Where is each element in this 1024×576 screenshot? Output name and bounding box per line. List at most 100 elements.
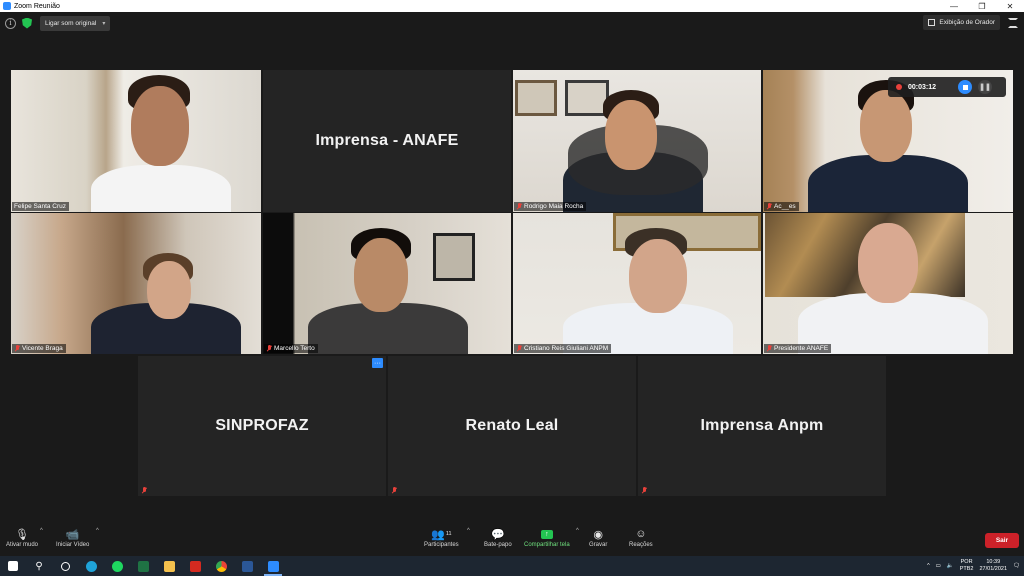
keyboard-layout: PTB2 (959, 566, 974, 572)
stop-icon (962, 84, 968, 90)
spotify-icon[interactable] (104, 556, 130, 576)
file-explorer-icon[interactable] (156, 556, 182, 576)
info-icon[interactable]: i (5, 17, 16, 29)
participant-tile[interactable]: Presidente ANAFE (763, 213, 1013, 354)
participant-video (763, 213, 1013, 354)
reactions-label: Reações (629, 542, 653, 548)
zoom-taskbar-icon[interactable] (260, 556, 286, 576)
video-options-chevron-icon[interactable]: ^ (96, 528, 99, 534)
mic-muted-icon (141, 487, 147, 494)
unmute-button[interactable]: 🎙 Ativar mudo (6, 526, 38, 549)
participant-name-tag: Vicente Braga (12, 344, 66, 353)
record-label: Gravar (589, 542, 608, 548)
chevron-down-icon[interactable]: ▾ (102, 20, 105, 27)
taskbar-clock[interactable]: 10:39 27/01/2021 (979, 559, 1007, 573)
participant-name-tag: Presidente ANAFE (764, 344, 832, 353)
participants-label: Participantes (424, 542, 459, 548)
stop-recording-button[interactable] (958, 80, 973, 94)
record-button[interactable]: ◉ Gravar (589, 526, 608, 549)
share-options-chevron-icon[interactable]: ^ (576, 528, 579, 534)
mic-muted-icon (516, 345, 522, 352)
participant-tile[interactable]: SINPROFAZ (138, 356, 386, 496)
word-icon[interactable] (234, 556, 260, 576)
participant-tile[interactable]: Rodrigo Maia Rocha (513, 70, 761, 212)
close-button[interactable]: ✕ (996, 0, 1024, 12)
share-screen-button[interactable]: ↑ Compartilhar tela (524, 526, 570, 548)
edge-browser-icon[interactable] (78, 556, 104, 576)
participant-name-tag: Ac__es (764, 202, 799, 211)
excel-icon[interactable] (130, 556, 156, 576)
participants-button[interactable]: 👥 11 Participantes (424, 526, 459, 549)
chat-button[interactable]: 💬 Bate-papo (484, 526, 512, 549)
volume-icon[interactable]: 🔈 (947, 563, 954, 569)
audio-options-chevron-icon[interactable]: ^ (40, 528, 43, 534)
windows-start-icon[interactable] (0, 556, 26, 576)
original-sound-label: Ligar som original (45, 19, 97, 27)
video-camera-off-icon: 📹 (65, 528, 80, 541)
participant-video (263, 213, 511, 354)
window-title: Zoom Reunião (14, 2, 60, 10)
mic-muted-icon (766, 345, 772, 352)
windows-taskbar: ⚲ ^ ▭ 🔈 POR PTB2 10:39 27/01/2021 🗨 (0, 556, 1024, 576)
speaker-view-label: Exibição de Orador (939, 19, 995, 26)
participant-tile[interactable]: Marcello Terto (263, 213, 511, 354)
participant-tile[interactable]: Felipe Santa Cruz (11, 70, 261, 212)
participant-tile[interactable]: Imprensa - ANAFE (263, 70, 511, 212)
clock-date: 27/01/2021 (979, 566, 1008, 572)
pause-recording-button[interactable]: ❚❚ (978, 80, 993, 94)
maximize-button[interactable]: ❐ (968, 0, 996, 12)
original-sound-button[interactable]: Ligar som original ▾ (40, 15, 111, 31)
participant-name: Imprensa - ANAFE (315, 132, 459, 149)
security-shield-icon[interactable] (22, 17, 32, 29)
chat-label: Bate-papo (484, 542, 512, 548)
tile-more-options-button[interactable]: ··· (372, 358, 383, 368)
participant-name: Vicente Braga (22, 345, 63, 352)
reactions-button[interactable]: ☺ Reações (629, 526, 653, 548)
zoom-app-icon (3, 2, 11, 10)
participant-name-tag: Felipe Santa Cruz (12, 202, 70, 211)
recording-indicator: 00:03:12 ❚❚ (888, 77, 1006, 97)
minimize-button[interactable]: — (940, 0, 968, 12)
language-code: POR (960, 559, 973, 565)
record-icon: ◉ (593, 528, 603, 541)
speaker-view-button[interactable]: Exibição de Orador (923, 15, 1000, 30)
chrome-icon[interactable] (208, 556, 234, 576)
participant-video (513, 70, 761, 212)
search-icon[interactable]: ⚲ (26, 556, 52, 576)
participant-tile[interactable]: Renato Leal (388, 356, 636, 496)
start-video-label: Iniciar Vídeo (56, 542, 90, 548)
share-screen-label: Compartilhar tela (524, 542, 570, 548)
participant-name: SINPROFAZ (215, 417, 309, 434)
network-icon[interactable]: ▭ (936, 563, 941, 569)
participants-count: 11 (445, 531, 452, 537)
participant-name-tag (389, 486, 400, 495)
participants-options-chevron-icon[interactable]: ^ (467, 528, 470, 534)
recording-dot-icon (896, 84, 902, 90)
participant-tile[interactable]: Imprensa Anpm (638, 356, 886, 496)
participant-name: Marcello Terto (274, 345, 315, 352)
cortana-icon[interactable] (52, 556, 78, 576)
system-tray: ^ ▭ 🔈 POR PTB2 10:39 27/01/2021 🗨 (927, 556, 1024, 576)
tray-chevron-icon[interactable]: ^ (927, 563, 930, 569)
microphone-icon: 🎙 (15, 528, 29, 541)
participant-video (11, 213, 261, 354)
smiley-icon: ☺ (635, 528, 647, 540)
participant-video (513, 213, 761, 354)
mic-muted-icon (266, 345, 272, 352)
acrobat-icon[interactable] (182, 556, 208, 576)
notifications-icon[interactable]: 🗨 (1013, 563, 1020, 569)
leave-meeting-button[interactable]: Sair (985, 533, 1019, 548)
meeting-toolbar: 🎙 Ativar mudo ^ 📹 Iniciar Vídeo ^ 👥 11 Pa… (0, 522, 1024, 556)
keyboard-language[interactable]: POR PTB2 (960, 559, 974, 573)
window-title-bar: Zoom Reunião — ❐ ✕ (0, 0, 1024, 12)
mic-muted-icon (641, 487, 647, 494)
mic-muted-icon (14, 345, 20, 352)
start-video-button[interactable]: 📹 Iniciar Vídeo (56, 526, 90, 549)
participant-name: Cristiano Reis Giuliani ANPM (524, 345, 609, 352)
participant-tile[interactable]: Cristiano Reis Giuliani ANPM (513, 213, 761, 354)
fullscreen-icon[interactable] (1008, 18, 1018, 28)
participant-name: Rodrigo Maia Rocha (524, 203, 584, 210)
participant-tile[interactable]: Vicente Braga (11, 213, 261, 354)
mic-muted-icon (516, 203, 522, 210)
mic-muted-icon (766, 203, 772, 210)
